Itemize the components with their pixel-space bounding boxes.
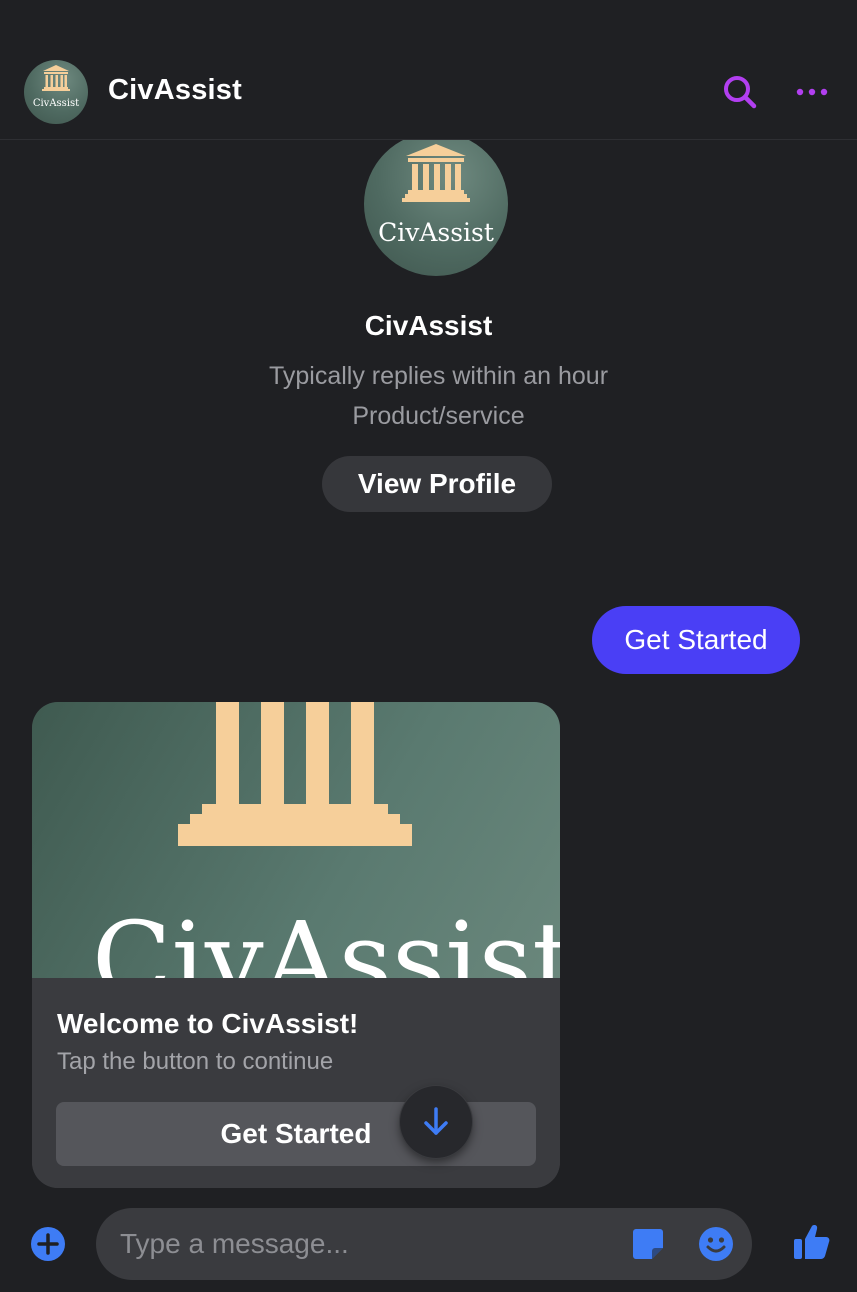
arrow-down-icon: [424, 1107, 448, 1135]
welcome-card: CivAssist Welcome to CivAssist! Tap the …: [32, 702, 560, 1188]
profile-logo-text: CivAssist: [378, 218, 494, 247]
header-avatar-logo-text: CivAssist: [32, 98, 80, 109]
profile-name: CivAssist: [364, 310, 493, 341]
add-attachment-button[interactable]: [30, 1226, 66, 1262]
profile-avatar[interactable]: CivAssist: [364, 132, 508, 276]
message-composer: [96, 1208, 752, 1280]
message-input[interactable]: [120, 1208, 600, 1280]
search-icon: [724, 76, 757, 109]
plus-icon: [31, 1227, 65, 1261]
scroll-to-bottom-button[interactable]: [400, 1086, 472, 1158]
building-logo-icon: [402, 144, 470, 202]
profile-category: Product/service: [352, 402, 525, 430]
card-subtitle: Tap the button to continue: [57, 1048, 334, 1075]
search-button[interactable]: [720, 72, 760, 112]
card-body: Welcome to CivAssist! Tap the button to …: [32, 978, 560, 1188]
building-logo-icon: [42, 65, 70, 91]
sticker-icon: [633, 1229, 663, 1259]
emoji-button[interactable]: [698, 1226, 734, 1262]
card-image-logo-text: CivAssist: [92, 899, 560, 978]
header-avatar[interactable]: CivAssist: [24, 60, 88, 124]
chat-header: CivAssist CivAssist: [0, 44, 857, 140]
sticker-button[interactable]: [630, 1226, 666, 1262]
thumbs-up-icon: [794, 1225, 830, 1259]
card-image[interactable]: CivAssist: [32, 702, 560, 978]
outgoing-message-bubble[interactable]: Get Started: [592, 606, 800, 674]
chat-title[interactable]: CivAssist: [108, 74, 242, 107]
response-time: Typically replies within an hour: [268, 362, 609, 390]
more-options-icon: [796, 88, 828, 96]
emoji-icon: [699, 1227, 733, 1261]
view-profile-button[interactable]: View Profile: [322, 456, 552, 512]
like-button[interactable]: [792, 1222, 832, 1262]
card-title: Welcome to CivAssist!: [57, 1008, 359, 1039]
more-options-button[interactable]: [792, 72, 832, 112]
